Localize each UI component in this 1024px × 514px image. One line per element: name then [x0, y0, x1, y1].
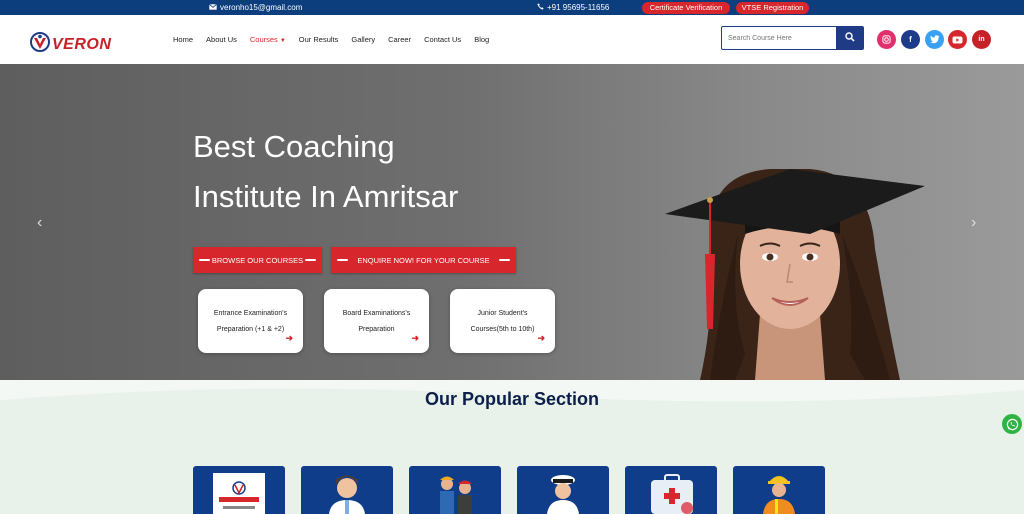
medical-kit-image [651, 474, 693, 514]
vtse-registration-button[interactable]: VTSE Registration [736, 2, 809, 14]
nav-item-home[interactable]: Home [173, 35, 193, 44]
brush-stroke-icon [499, 259, 510, 261]
twitter-icon[interactable] [925, 30, 944, 49]
nav-item-about-us[interactable]: About Us [206, 35, 237, 44]
certificate-verification-button[interactable]: Certificate Verification [642, 2, 730, 14]
nav-item-courses-label: Courses [249, 35, 278, 44]
nav-item-career[interactable]: Career [388, 35, 411, 44]
nav-item-blog[interactable]: Blog [474, 35, 489, 44]
popular-tile-construction-worker[interactable] [733, 466, 825, 514]
logo-emblem-icon [30, 32, 50, 57]
carousel-prev-chevron-icon[interactable]: ‹ [37, 214, 42, 232]
course-card-entrance[interactable]: Entrance Examination's Preparation (+1 &… [198, 289, 303, 353]
enquire-now-button[interactable]: ENQUIRE NOW! FOR YOUR COURSE [331, 247, 516, 273]
brush-stroke-icon [305, 259, 316, 261]
navy-officer-image [547, 475, 579, 514]
phone-icon [537, 3, 544, 12]
instagram-icon[interactable] [877, 30, 896, 49]
top-bar: veronho15@gmail.com +91 95695-11656 Cert… [0, 0, 1024, 15]
browse-courses-label: BROWSE OUR COURSES [211, 255, 304, 265]
arrow-right-icon: ➜ [285, 333, 293, 343]
main-nav: Home About Us Courses ▼ Our Results Galle… [173, 35, 502, 44]
brush-stroke-icon [337, 259, 348, 261]
popular-section-title: Our Popular Section [424, 389, 600, 409]
mail-icon [209, 3, 217, 12]
facebook-icon[interactable]: f [901, 30, 920, 49]
course-card-board[interactable]: Board Examinations's Preparation ➜ [324, 289, 429, 353]
browse-courses-button[interactable]: BROWSE OUR COURSES [193, 247, 322, 273]
brush-stroke-icon [199, 259, 210, 261]
graduate-student-image [665, 169, 925, 380]
search-icon [844, 29, 855, 47]
hero-title-line-1: Best Coaching [193, 129, 395, 164]
nav-item-gallery[interactable]: Gallery [351, 35, 375, 44]
search-button[interactable] [836, 27, 863, 49]
whatsapp-icon[interactable] [1002, 414, 1022, 434]
facebook-glyph: f [909, 35, 912, 44]
email-text: veronho15@gmail.com [220, 3, 303, 12]
site-header: VERON Home About Us Courses ▼ Our Results… [0, 15, 1024, 64]
popular-tile-doctor[interactable] [301, 466, 393, 514]
course-search [721, 26, 864, 50]
caret-down-icon: ▼ [279, 38, 286, 44]
youtube-icon[interactable] [948, 30, 967, 49]
logo-text: VERON [52, 35, 112, 53]
linkedin-glyph: in [978, 36, 985, 43]
hero-title-line-2: Institute In Amritsar [193, 179, 459, 214]
popular-tile-medical-kit[interactable] [625, 466, 717, 514]
course-card-junior[interactable]: Junior Student's Courses(5th to 10th) ➜ [450, 289, 555, 353]
nav-item-contact-us[interactable]: Contact Us [424, 35, 461, 44]
course-card-line-1: Junior Student's [477, 310, 528, 317]
brochure-image [213, 473, 265, 514]
course-card-line-1: Entrance Examination's [213, 310, 288, 317]
arrow-right-icon: ➜ [537, 333, 545, 343]
enquire-now-label: ENQUIRE NOW! FOR YOUR COURSE [357, 255, 490, 265]
carousel-next-chevron-icon[interactable]: › [971, 214, 976, 232]
course-card-line-1: Board Examinations's [342, 310, 411, 317]
popular-tile-navy-officer[interactable] [517, 466, 609, 514]
engineers-image [440, 476, 472, 514]
arrow-right-icon: ➜ [411, 333, 419, 343]
linkedin-icon[interactable]: in [972, 30, 991, 49]
construction-worker-image [763, 476, 795, 514]
phone-text: +91 95695-11656 [547, 3, 610, 12]
doctor-image [329, 475, 365, 514]
hero-banner: Best Coaching Institute In Amritsar BROW… [0, 64, 1024, 380]
site-logo[interactable]: VERON [30, 32, 111, 57]
search-input[interactable] [722, 27, 836, 49]
email-contact[interactable]: veronho15@gmail.com [209, 3, 302, 12]
nav-item-courses[interactable]: Courses ▼ [250, 35, 286, 44]
popular-tile-veron-brochure[interactable] [193, 466, 285, 514]
popular-tile-engineers[interactable] [409, 466, 501, 514]
nav-item-our-results[interactable]: Our Results [299, 35, 339, 44]
phone-contact[interactable]: +91 95695-11656 [537, 3, 609, 12]
